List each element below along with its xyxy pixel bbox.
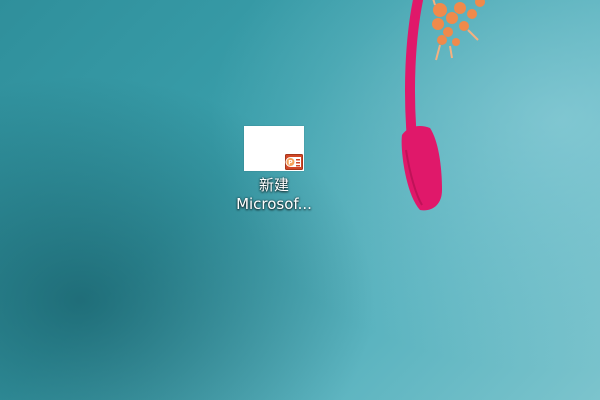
powerpoint-file-icon: P [285, 154, 303, 170]
desktop-icon-label-line2: Microsof... [236, 195, 312, 213]
wallpaper-flower-image [401, 0, 485, 211]
desktop-icon-label-line1: 新建 [258, 176, 289, 194]
desktop-icon-label: 新建 Microsof... [224, 176, 324, 214]
file-thumbnail: P [244, 126, 304, 171]
desktop[interactable]: P 新建 Microsof... [0, 0, 600, 400]
desktop-icon-new-powerpoint[interactable]: P 新建 Microsof... [224, 122, 324, 226]
svg-text:P: P [288, 160, 293, 167]
